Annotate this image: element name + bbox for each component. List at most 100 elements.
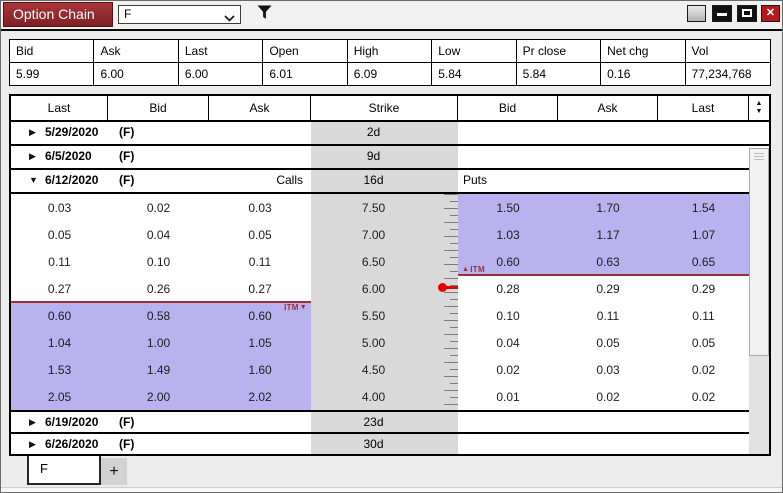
put-ask-cell[interactable]: 0.05 [558, 329, 658, 356]
expander-collapsed-icon[interactable]: ▶ [29, 146, 36, 167]
header-call-last[interactable]: Last [11, 96, 108, 120]
call-bid-cell[interactable]: 0.26 [108, 275, 209, 302]
call-bid-cell[interactable]: 1.00 [108, 329, 209, 356]
put-bid-cell[interactable]: 0.04 [458, 329, 558, 356]
call-ask-cell[interactable]: 1.05 [209, 329, 311, 356]
put-ask-cell[interactable]: 0.63 [558, 248, 658, 275]
minimize-button[interactable] [712, 5, 732, 22]
calls-group-itm-boundary: 0.60 0.58 0.60 ITM▼ [11, 302, 311, 329]
quote-label-vol: Vol [686, 40, 770, 63]
symbol-dropdown-value: F [124, 6, 131, 23]
call-bid-cell[interactable]: 0.10 [108, 248, 209, 275]
close-icon: ✕ [766, 7, 775, 19]
expander-collapsed-icon[interactable]: ▶ [29, 434, 36, 455]
put-last-cell[interactable]: 0.65 [658, 248, 749, 275]
title-bar: Option Chain F ✕ [1, 1, 782, 31]
expiration-root: (F) [119, 434, 134, 455]
put-ask-cell[interactable]: 0.02 [558, 383, 658, 410]
put-last-cell[interactable]: 0.02 [658, 383, 749, 410]
put-last-cell[interactable]: 1.07 [658, 221, 749, 248]
put-bid-cell[interactable]: 0.02 [458, 356, 558, 383]
put-bid-cell[interactable]: 0.01 [458, 383, 558, 410]
call-ask-cell[interactable]: 0.27 [209, 275, 311, 302]
put-last-cell[interactable]: 0.29 [658, 275, 749, 302]
header-call-bid[interactable]: Bid [108, 96, 209, 120]
put-bid-cell[interactable]: 0.10 [458, 302, 558, 329]
call-last-cell[interactable]: 0.60 [11, 302, 108, 329]
expander-collapsed-icon[interactable]: ▶ [29, 412, 36, 433]
put-last-cell[interactable]: 0.05 [658, 329, 749, 356]
strike-cell: 5.50 [311, 302, 458, 329]
call-ask-cell[interactable]: 2.02 [209, 383, 311, 410]
pin-button[interactable] [687, 5, 706, 22]
close-button[interactable]: ✕ [761, 5, 780, 22]
put-ask-cell[interactable]: 0.29 [558, 275, 658, 302]
call-last-cell[interactable]: 1.53 [11, 356, 108, 383]
call-bid-cell[interactable]: 1.49 [108, 356, 209, 383]
put-last-cell[interactable]: 0.02 [658, 356, 749, 383]
call-ask-cell[interactable]: 0.11 [209, 248, 311, 275]
puts-group: 0.01 0.02 0.02 [458, 383, 749, 410]
tab-symbol-f[interactable]: F [27, 456, 101, 485]
put-last-cell[interactable]: 0.11 [658, 302, 749, 329]
call-bid-cell[interactable]: 2.00 [108, 383, 209, 410]
scroll-down-icon[interactable]: ▼ [756, 108, 763, 116]
call-last-cell[interactable]: 0.05 [11, 221, 108, 248]
bottom-tab-bar: F + [1, 456, 782, 487]
call-ask-cell[interactable]: 1.60 [209, 356, 311, 383]
header-strike[interactable]: Strike [311, 96, 458, 120]
call-bid-cell[interactable]: 0.58 [108, 302, 209, 329]
expander-collapsed-icon[interactable]: ▶ [29, 122, 36, 143]
quote-value-last: 6.00 [179, 63, 263, 86]
call-bid-cell[interactable]: 0.02 [108, 194, 209, 221]
expander-expanded-icon[interactable]: ▼ [29, 170, 38, 191]
call-bid-cell[interactable]: 0.04 [108, 221, 209, 248]
expiration-row-5-29[interactable]: ▶ 5/29/2020 (F) 2d [11, 122, 769, 146]
call-last-cell[interactable]: 0.27 [11, 275, 108, 302]
header-put-ask[interactable]: Ask [558, 96, 658, 120]
scroll-up-icon[interactable]: ▲ [756, 100, 763, 108]
add-tab-button[interactable]: + [101, 458, 127, 485]
itm-label: ITM [284, 303, 299, 312]
window-title-tab[interactable]: Option Chain [3, 2, 113, 27]
put-bid-cell[interactable]: 0.28 [458, 275, 558, 302]
put-ask-cell[interactable]: 1.70 [558, 194, 658, 221]
quote-value-vol: 77,234,768 [686, 63, 770, 86]
scroll-spinner[interactable]: ▲ ▼ [749, 96, 769, 120]
puts-group: 0.04 0.05 0.05 [458, 329, 749, 356]
put-ask-cell[interactable]: 0.11 [558, 302, 658, 329]
put-last-cell[interactable]: 1.54 [658, 194, 749, 221]
minimize-icon [717, 13, 727, 16]
header-put-last[interactable]: Last [658, 96, 749, 120]
symbol-dropdown[interactable]: F [118, 5, 241, 24]
vertical-scrollbar[interactable] [749, 148, 769, 454]
quote-value-low: 5.84 [432, 63, 516, 86]
expiration-row-6-5[interactable]: ▶ 6/5/2020 (F) 9d [11, 146, 769, 170]
call-last-cell[interactable]: 0.03 [11, 194, 108, 221]
strike-cell: 7.00 [311, 221, 458, 248]
header-put-bid[interactable]: Bid [458, 96, 558, 120]
scrollbar-thumb[interactable] [749, 148, 769, 356]
call-last-cell[interactable]: 0.11 [11, 248, 108, 275]
maximize-button[interactable] [737, 5, 757, 22]
expiration-date: 6/26/2020 [45, 434, 98, 455]
put-ask-cell[interactable]: 1.17 [558, 221, 658, 248]
header-call-ask[interactable]: Ask [209, 96, 311, 120]
call-ask-cell[interactable]: 0.05 [209, 221, 311, 248]
call-last-cell[interactable]: 1.04 [11, 329, 108, 356]
chain-body: ▶ 5/29/2020 (F) 2d ▶ 6/5/2020 (F) 9d ▼ 6… [11, 122, 769, 454]
filter-button[interactable] [254, 5, 274, 24]
quote-label-last: Last [179, 40, 263, 63]
call-last-cell[interactable]: 2.05 [11, 383, 108, 410]
quote-label-high: High [348, 40, 432, 63]
call-ask-cell[interactable]: 0.03 [209, 194, 311, 221]
calls-group-itm: 1.04 1.00 1.05 [11, 329, 311, 356]
expiration-row-6-19[interactable]: ▶ 6/19/2020 (F) 23d [11, 410, 769, 434]
expiration-row-6-26[interactable]: ▶ 6/26/2020 (F) 30d [11, 434, 769, 454]
put-bid-cell[interactable]: 1.50 [458, 194, 558, 221]
option-row-4-00: 2.05 2.00 2.02 4.00 0.01 0.02 0.02 [11, 383, 769, 410]
put-ask-cell[interactable]: 0.03 [558, 356, 658, 383]
put-bid-cell[interactable]: 1.03 [458, 221, 558, 248]
days-to-expiry: 23d [311, 412, 458, 432]
expiration-row-6-12[interactable]: ▼ 6/12/2020 (F) Calls 16d Puts [11, 170, 769, 194]
